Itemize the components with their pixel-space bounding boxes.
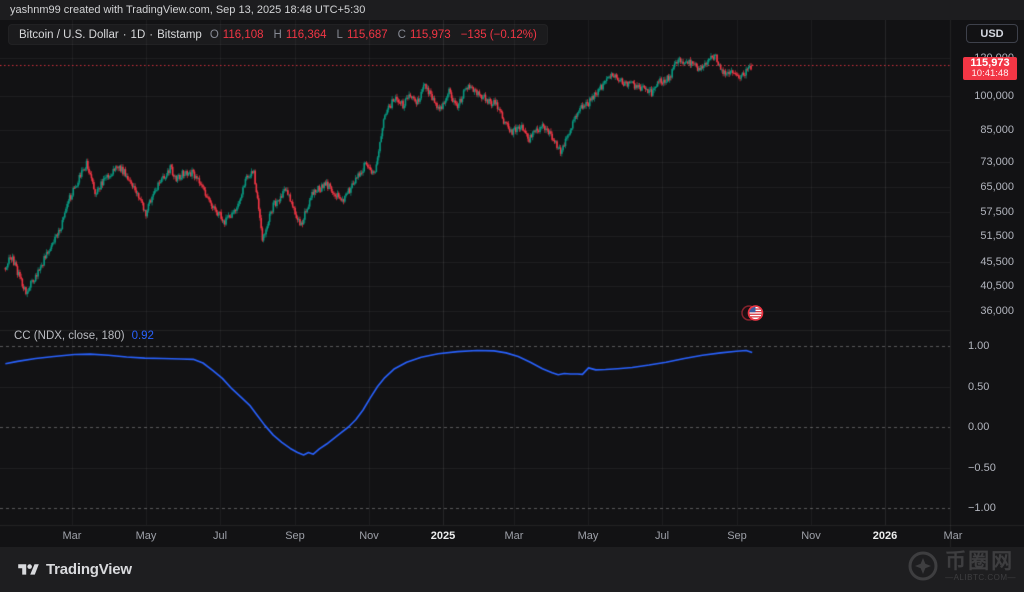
time-tick-label: Sep — [727, 530, 747, 542]
tradingview-logo-icon — [18, 562, 39, 578]
indicator-tick-label: 0.50 — [968, 381, 989, 393]
indicator-legend[interactable]: CC (NDX, close, 180) 0.92 — [14, 330, 154, 342]
time-tick-label: 2026 — [873, 530, 897, 542]
time-axis[interactable]: Mar May Jul Sep Nov 2025 Mar May Jul Sep Nov 2026 Ma… — [0, 525, 963, 547]
attribution-text: yashnm99 created with TradingView.com, S… — [10, 4, 365, 16]
tradingview-brand[interactable]: TradingView — [18, 561, 132, 578]
low-value: 115,687 — [347, 29, 388, 41]
price-chart-canvas[interactable] — [0, 20, 1024, 547]
us-flag-event-icon[interactable] — [739, 304, 765, 322]
time-tick-label: May — [578, 530, 599, 542]
time-tick-label: 2025 — [431, 530, 455, 542]
price-tick-label: 40,500 — [980, 280, 1014, 292]
change-value: −135 (−0.12%) — [461, 29, 537, 41]
exchange-label: Bitstamp — [157, 29, 202, 41]
price-tick-label: 73,000 — [980, 156, 1014, 168]
watermark-site-name: 币圈网 — [945, 551, 1016, 572]
tradingview-wordmark: TradingView — [46, 561, 132, 578]
indicator-value: 0.92 — [132, 330, 154, 342]
open-value: 116,108 — [223, 29, 264, 41]
high-label: H — [274, 29, 282, 41]
price-tick-label: 100,000 — [974, 90, 1014, 102]
chart-region: Bitcoin / U.S. Dollar · 1D · Bitstamp O … — [0, 20, 1024, 547]
symbol-title[interactable]: Bitcoin / U.S. Dollar — [19, 29, 119, 41]
interval-label[interactable]: 1D — [131, 29, 146, 41]
last-price-badge: 115,973 10:41:48 — [963, 57, 1017, 80]
bar-countdown: 10:41:48 — [972, 69, 1009, 79]
time-tick-label: Mar — [63, 530, 82, 542]
price-tick-label: 45,500 — [980, 256, 1014, 268]
indicator-tick-label: 1.00 — [968, 340, 989, 352]
legend-separator: · — [149, 29, 153, 41]
site-watermark: 币圈网 —ALIBTC.COM— — [906, 549, 1016, 583]
indicator-tick-label: −0.50 — [968, 462, 996, 474]
price-tick-label: 51,500 — [980, 230, 1014, 242]
time-tick-label: May — [136, 530, 157, 542]
watermark-site-url: —ALIBTC.COM— — [945, 573, 1016, 582]
price-tick-label: 65,000 — [980, 181, 1014, 193]
legend-separator: · — [123, 29, 127, 41]
time-tick-label: Mar — [505, 530, 524, 542]
time-tick-label: Nov — [801, 530, 821, 542]
indicator-tick-label: −1.00 — [968, 502, 996, 514]
time-tick-label: Nov — [359, 530, 379, 542]
time-tick-label: Mar — [944, 530, 963, 542]
footer-bar: TradingView 币圈网 —ALIBTC.COM— — [0, 547, 1024, 592]
price-tick-label: 57,500 — [980, 206, 1014, 218]
high-value: 116,364 — [286, 29, 327, 41]
time-tick-label: Jul — [655, 530, 669, 542]
close-value: 115,973 — [410, 29, 451, 41]
symbol-legend[interactable]: Bitcoin / U.S. Dollar · 1D · Bitstamp O … — [8, 24, 548, 45]
price-tick-label: 36,000 — [980, 305, 1014, 317]
close-label: C — [398, 29, 406, 41]
indicator-tick-label: 0.00 — [968, 421, 989, 433]
tradingview-snapshot: yashnm99 created with TradingView.com, S… — [0, 0, 1024, 592]
watermark-logo-icon — [906, 549, 940, 583]
time-tick-label: Jul — [213, 530, 227, 542]
currency-toggle-button[interactable]: USD — [966, 24, 1018, 43]
attribution-bar: yashnm99 created with TradingView.com, S… — [0, 0, 1024, 20]
open-label: O — [210, 29, 219, 41]
indicator-title[interactable]: CC (NDX, close, 180) — [14, 330, 125, 342]
time-tick-label: Sep — [285, 530, 305, 542]
price-tick-label: 85,000 — [980, 124, 1014, 136]
low-label: L — [337, 29, 343, 41]
